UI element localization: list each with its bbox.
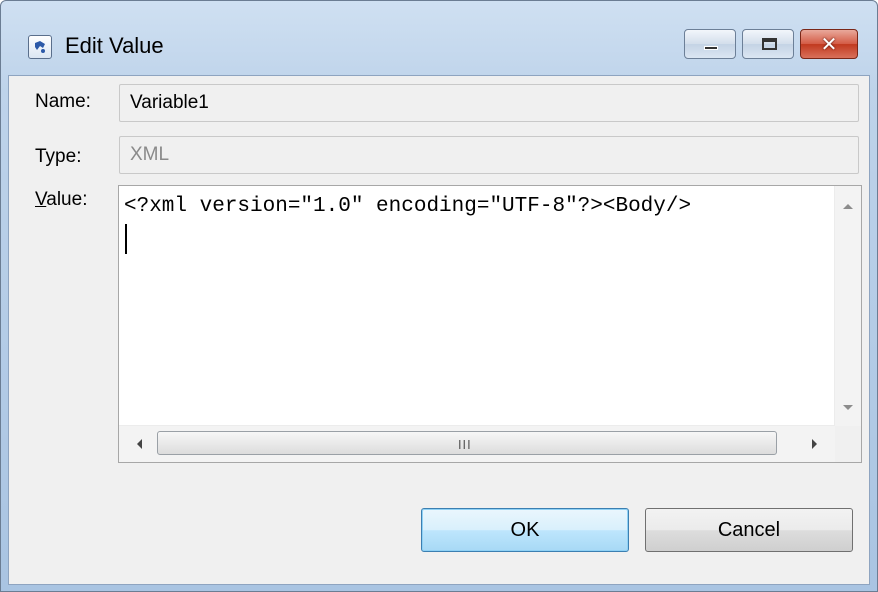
app-icon xyxy=(28,35,52,59)
value-editor[interactable]: <?xml version="1.0" encoding="UTF-8"?><B… xyxy=(118,185,862,463)
dialog-body: Name: Variable1 Type: XML Value: <?xml v… xyxy=(8,75,870,585)
close-icon: ✕ xyxy=(820,32,838,56)
value-label: Value: xyxy=(35,188,87,212)
maximize-icon xyxy=(762,38,777,50)
scroll-grip-icon: III xyxy=(458,438,472,452)
scroll-left-icon[interactable] xyxy=(137,439,142,449)
scrollbar-corner xyxy=(835,426,861,462)
value-label-access-key: V xyxy=(35,189,47,210)
text-caret xyxy=(125,224,127,254)
scroll-right-icon[interactable] xyxy=(812,439,817,449)
minimize-button[interactable] xyxy=(684,29,736,59)
name-field[interactable]: Variable1 xyxy=(119,84,859,122)
title-bar[interactable]: Edit Value ✕ xyxy=(1,1,877,81)
scroll-down-icon[interactable] xyxy=(843,405,853,410)
value-label-text: alue: xyxy=(46,189,88,210)
ok-button[interactable]: OK xyxy=(421,508,629,552)
type-label: Type: xyxy=(35,146,82,167)
scroll-up-icon[interactable] xyxy=(843,204,853,209)
edit-value-dialog: Edit Value ✕ Name: Variable1 Type: XML V… xyxy=(0,0,878,592)
window-title: Edit Value xyxy=(65,33,164,58)
name-label: Name: xyxy=(35,91,91,112)
cancel-button[interactable]: Cancel xyxy=(645,508,853,552)
type-field: XML xyxy=(119,136,859,174)
vertical-scrollbar[interactable] xyxy=(834,186,861,426)
value-text[interactable]: <?xml version="1.0" encoding="UTF-8"?><B… xyxy=(124,194,824,220)
close-button[interactable]: ✕ xyxy=(800,29,858,59)
maximize-button[interactable] xyxy=(742,29,794,59)
minimize-icon xyxy=(704,46,718,50)
horizontal-scroll-thumb[interactable]: III xyxy=(157,431,777,455)
horizontal-scrollbar[interactable]: III xyxy=(119,425,835,462)
